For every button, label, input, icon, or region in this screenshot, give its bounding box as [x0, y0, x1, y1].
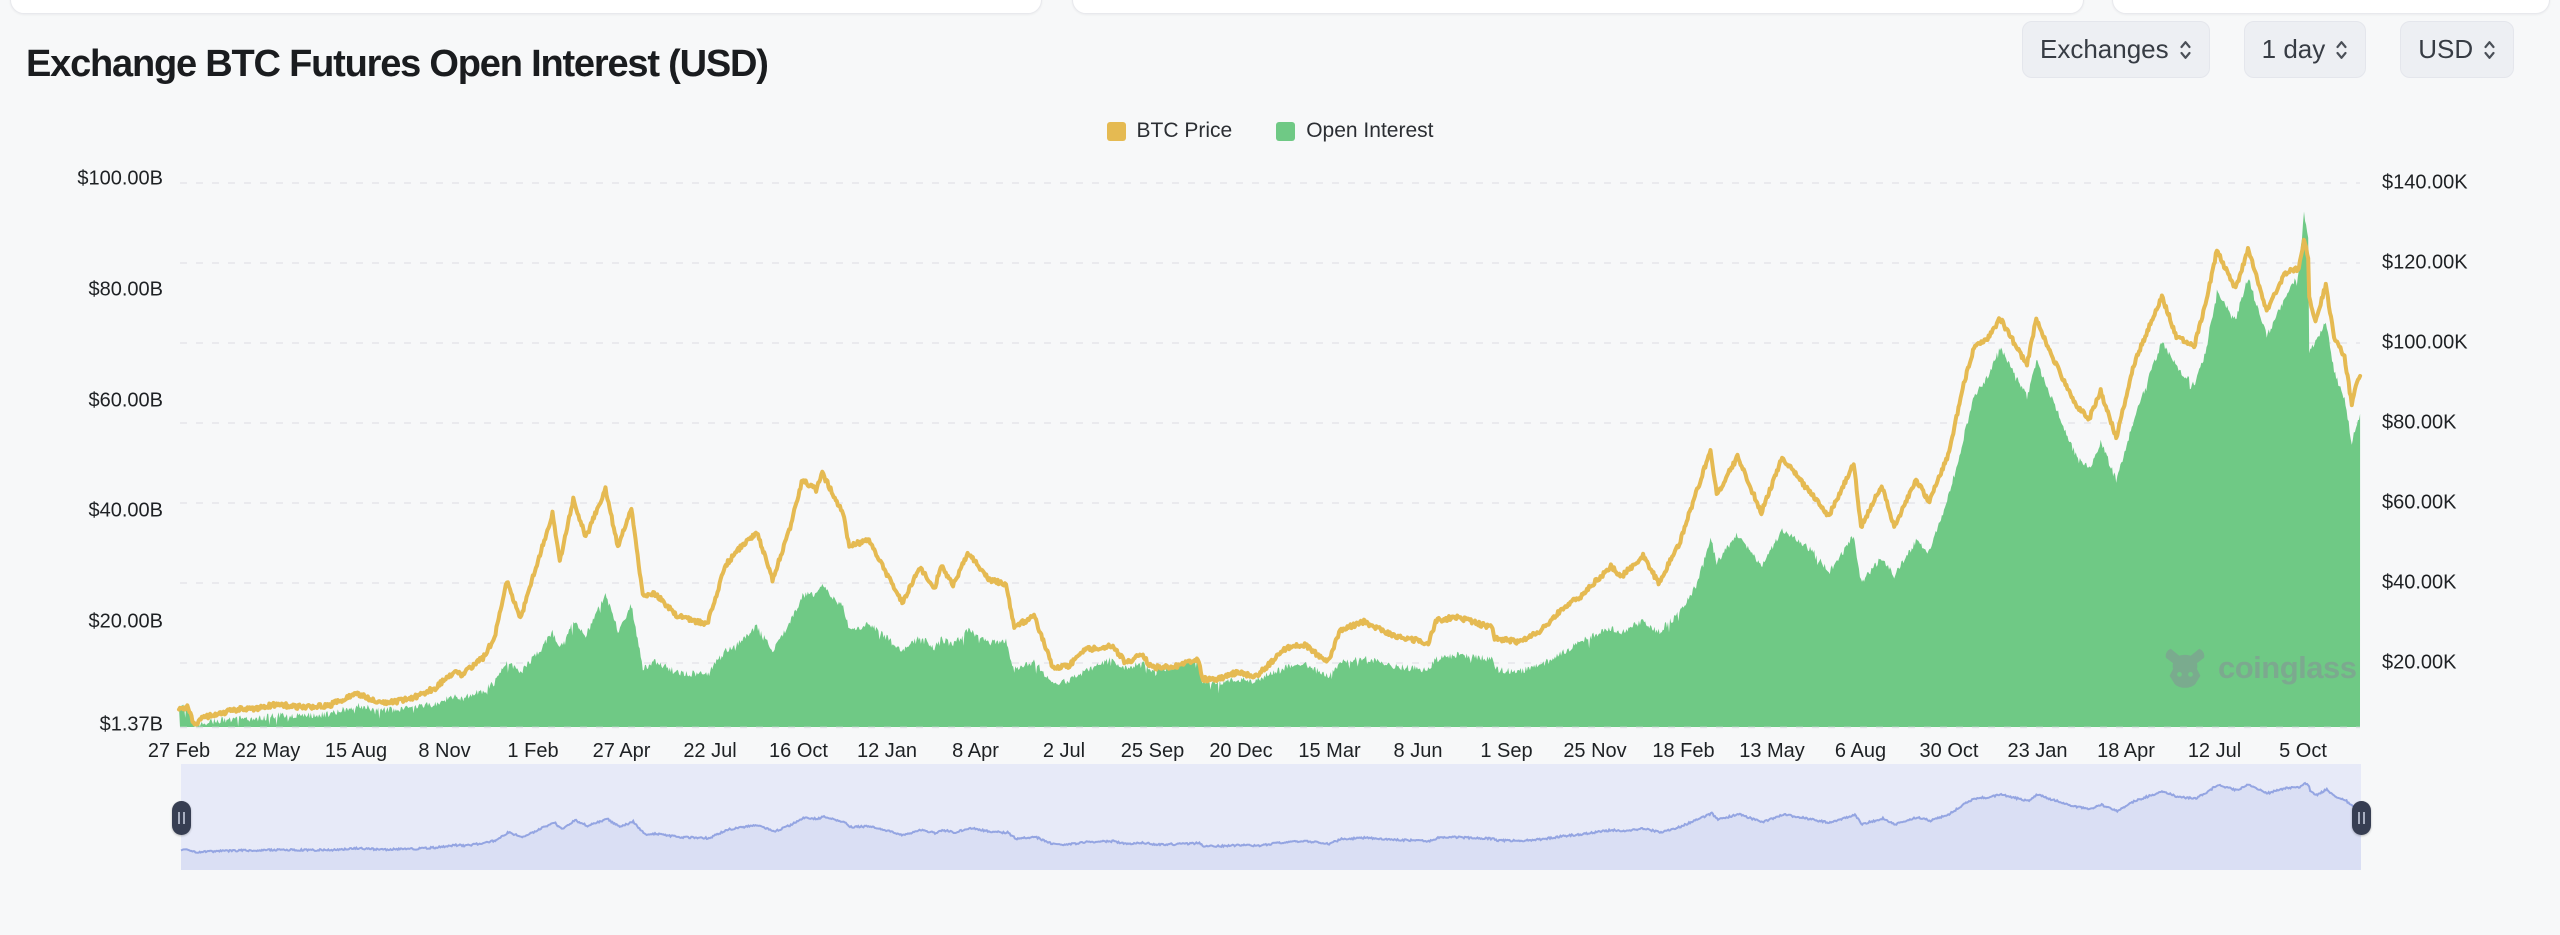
x-axis-tick: 5 Oct	[2279, 740, 2327, 763]
right-axis-tick: $120.00K	[2382, 252, 2468, 275]
left-axis-tick: $80.00B	[88, 278, 163, 301]
right-axis-tick: $60.00K	[2382, 492, 2457, 515]
left-axis-min-tick: $1.37B	[100, 714, 163, 737]
chart-plot-area[interactable]	[180, 155, 2360, 727]
right-axis-tick: $140.00K	[2382, 172, 2468, 195]
right-axis-tick: $80.00K	[2382, 412, 2457, 435]
left-axis-tick: $100.00B	[77, 168, 163, 191]
x-axis-tick: 22 Jul	[683, 740, 736, 763]
x-axis-tick: 15 Aug	[325, 740, 387, 763]
x-axis-tick: 12 Jul	[2188, 740, 2241, 763]
x-axis-tick: 22 May	[235, 740, 301, 763]
x-axis-tick: 27 Feb	[148, 740, 210, 763]
x-axis-tick: 30 Oct	[1920, 740, 1979, 763]
navigator-track[interactable]	[181, 764, 2361, 870]
right-axis-tick: $100.00K	[2382, 332, 2468, 355]
x-axis-tick: 15 Mar	[1298, 740, 1360, 763]
x-axis-tick: 8 Jun	[1394, 740, 1443, 763]
x-axis-tick: 18 Apr	[2097, 740, 2155, 763]
x-axis-tick: 25 Nov	[1563, 740, 1626, 763]
x-axis-tick: 13 May	[1739, 740, 1805, 763]
x-axis-tick: 18 Feb	[1652, 740, 1714, 763]
left-axis-tick: $60.00B	[88, 389, 163, 412]
x-axis-tick: 8 Nov	[418, 740, 470, 763]
right-axis-tick: $40.00K	[2382, 572, 2457, 595]
x-axis-tick: 12 Jan	[857, 740, 917, 763]
x-axis-tick: 20 Dec	[1209, 740, 1272, 763]
right-axis-tick: $20.00K	[2382, 652, 2457, 675]
x-axis-tick: 1 Sep	[1480, 740, 1532, 763]
navigator-left-handle[interactable]	[172, 801, 191, 835]
x-axis-tick: 2 Jul	[1043, 740, 1085, 763]
x-axis-tick: 1 Feb	[507, 740, 558, 763]
x-axis-tick: 8 Apr	[952, 740, 999, 763]
x-axis-tick: 25 Sep	[1121, 740, 1184, 763]
left-axis-tick: $20.00B	[88, 610, 163, 633]
left-axis-tick: $40.00B	[88, 500, 163, 523]
x-axis-tick: 16 Oct	[769, 740, 828, 763]
x-axis-tick: 27 Apr	[593, 740, 651, 763]
x-axis-tick: 6 Aug	[1835, 740, 1886, 763]
navigator-right-handle[interactable]	[2352, 801, 2371, 835]
x-axis-tick: 23 Jan	[2007, 740, 2067, 763]
